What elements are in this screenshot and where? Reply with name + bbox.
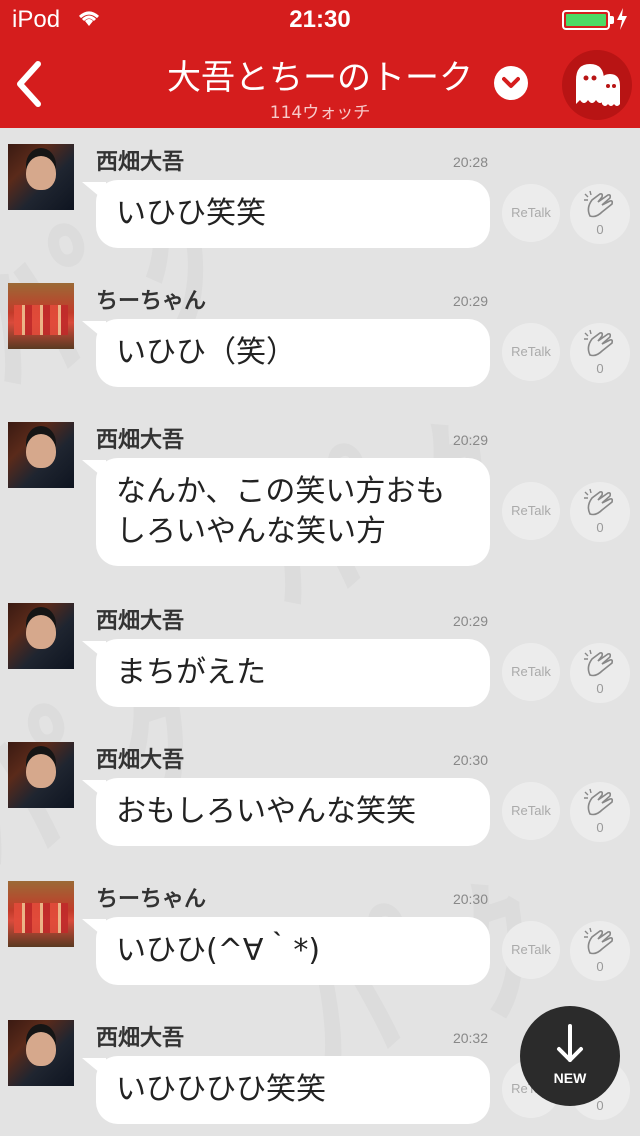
new-button-label: NEW <box>553 1070 587 1086</box>
clapping-hands-icon <box>584 649 614 677</box>
watch-count: 114ウォッチ <box>269 103 371 123</box>
retalk-button[interactable]: ReTalk <box>502 921 560 979</box>
avatar[interactable] <box>8 1020 74 1086</box>
message-text: おもしろいやんな笑笑 <box>116 794 416 829</box>
sender-name: 西畑大吾 <box>96 1026 185 1051</box>
message-time: 20:30 <box>452 891 488 907</box>
chevron-left-icon <box>17 61 41 107</box>
arrow-down-icon <box>557 1024 583 1062</box>
clap-button[interactable]: 0 <box>570 782 630 842</box>
chevron-down-icon <box>502 77 520 88</box>
message-text: いひひひひ笑笑 <box>116 1072 326 1107</box>
chat-header: 大吾とちーのトーク 114ウォッチ <box>0 40 640 128</box>
message-time: 20:30 <box>452 752 488 768</box>
clap-button[interactable]: 0 <box>570 643 630 703</box>
clap-count: 0 <box>596 520 604 535</box>
chat-area[interactable]: ﾊﾟｸ ﾊﾟｸ ﾊﾟｸ ﾊﾟｸ 西畑大吾 20:28 いひひ笑笑 ReTalk … <box>0 128 640 1136</box>
charging-icon <box>617 8 627 30</box>
message-text: いひひ(^∀｀*) <box>116 933 321 968</box>
mascot-button[interactable] <box>562 50 632 120</box>
avatar[interactable] <box>8 742 74 808</box>
avatar[interactable] <box>8 422 74 488</box>
clapping-hands-icon <box>584 190 614 218</box>
status-bar: iPod 21:30 <box>0 0 640 40</box>
ghost-mascot-icon <box>576 64 620 106</box>
sender-name: ちーちゃん <box>96 887 207 912</box>
clap-count: 0 <box>596 681 604 696</box>
message-time: 20:29 <box>452 432 488 448</box>
message-text: いひひ（笑） <box>116 335 296 370</box>
retalk-button[interactable]: ReTalk <box>502 184 560 242</box>
clap-button[interactable]: 0 <box>570 482 630 542</box>
clap-button[interactable]: 0 <box>570 323 630 383</box>
message-text-line: しろいやんな笑い方 <box>116 514 386 549</box>
avatar[interactable] <box>8 283 74 349</box>
avatar[interactable] <box>8 603 74 669</box>
retalk-button[interactable]: ReTalk <box>502 782 560 840</box>
clap-button[interactable]: 0 <box>570 184 630 244</box>
message-text: いひひ笑笑 <box>116 196 266 231</box>
back-button[interactable] <box>10 56 50 112</box>
battery-icon <box>562 10 614 30</box>
sender-name: 西畑大吾 <box>96 428 185 453</box>
new-messages-button[interactable]: NEW <box>520 1006 620 1106</box>
message-bubble[interactable]: いひひひひ笑笑 <box>96 1056 490 1124</box>
chat-title: 大吾とちーのトーク <box>167 58 473 98</box>
avatar[interactable] <box>8 881 74 947</box>
message-text-line: なんか、この笑い方おも <box>116 474 446 509</box>
clapping-hands-icon <box>584 788 614 816</box>
message-text: まちがえた <box>116 655 266 690</box>
message-time: 20:28 <box>452 154 488 170</box>
sender-name: 西畑大吾 <box>96 609 185 634</box>
sender-name: ちーちゃん <box>96 289 207 314</box>
sender-name: 西畑大吾 <box>96 150 185 175</box>
clapping-hands-icon <box>584 329 614 357</box>
avatar[interactable] <box>8 144 74 210</box>
message-time: 20:29 <box>452 613 488 629</box>
retalk-button[interactable]: ReTalk <box>502 323 560 381</box>
message-bubble[interactable]: いひひ（笑） <box>96 319 490 387</box>
message-bubble[interactable]: おもしろいやんな笑笑 <box>96 778 490 846</box>
clap-button[interactable]: 0 <box>570 921 630 981</box>
message-bubble[interactable]: まちがえた <box>96 639 490 707</box>
status-time: 21:30 <box>289 6 351 33</box>
top-bar: iPod 21:30 大吾とちーのトーク 114ウォッチ <box>0 0 640 128</box>
message-bubble[interactable]: いひひ笑笑 <box>96 180 490 248</box>
message-bubble[interactable]: いひひ(^∀｀*) <box>96 917 490 985</box>
clap-count: 0 <box>596 959 604 974</box>
message-time: 20:29 <box>452 293 488 309</box>
clapping-hands-icon <box>584 488 614 516</box>
dropdown-button[interactable] <box>494 66 528 100</box>
sender-name: 西畑大吾 <box>96 748 185 773</box>
clapping-hands-icon <box>584 927 614 955</box>
clap-count: 0 <box>596 820 604 835</box>
clap-count: 0 <box>596 361 604 376</box>
message-bubble[interactable]: なんか、この笑い方おも しろいやんな笑い方 <box>96 458 490 566</box>
message-time: 20:32 <box>452 1030 488 1046</box>
clap-count: 0 <box>596 222 604 237</box>
retalk-button[interactable]: ReTalk <box>502 643 560 701</box>
retalk-button[interactable]: ReTalk <box>502 482 560 540</box>
